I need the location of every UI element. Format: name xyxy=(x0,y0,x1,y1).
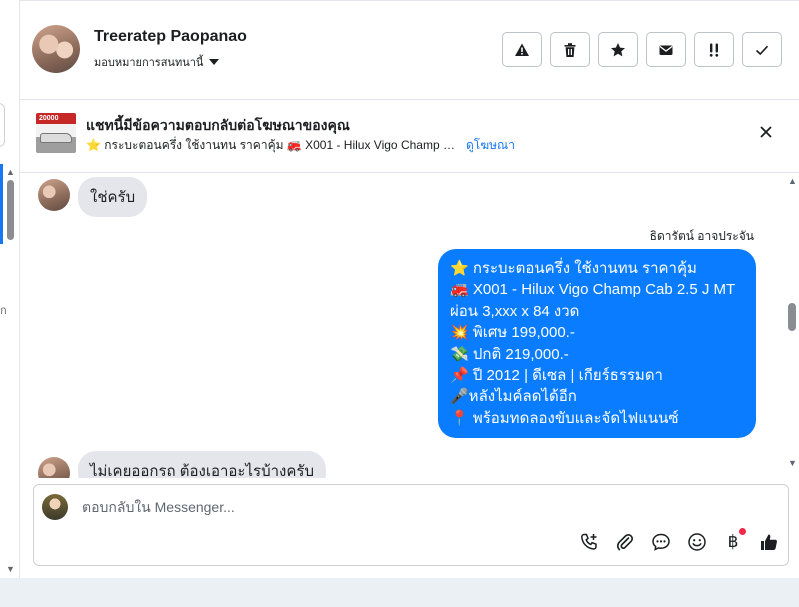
warning-icon xyxy=(515,43,529,56)
thread-scrollbar[interactable]: ▲ ▼ xyxy=(785,173,799,478)
ad-thumbnail[interactable]: 20000 xyxy=(36,113,76,153)
outgoing-message-line: 📍 พร้อมทดลองขับและจัดไฟแนนซ์ xyxy=(450,409,679,427)
ad-banner-title: แชทนี้มีข้อความตอบกลับต่อโฆษณาของคุณ xyxy=(86,117,350,133)
thumbs-up-icon xyxy=(761,534,777,550)
car-image xyxy=(40,133,72,143)
incoming-message: ไม่เคยออกรถ ต้องเอาอะไรบ้างครับ xyxy=(78,451,326,478)
phone-plus-icon xyxy=(581,533,597,550)
call-button[interactable] xyxy=(578,531,600,553)
saved-replies-button[interactable] xyxy=(650,531,672,553)
contact-avatar[interactable] xyxy=(32,25,80,73)
follow-up-button[interactable] xyxy=(694,32,734,67)
conversation-list-edge: ▲ ก ▼ xyxy=(0,0,20,578)
scroll-up-icon[interactable]: ▲ xyxy=(788,176,797,186)
ad-reply-banner: 20000 แชทนี้มีข้อความตอบกลับต่อโฆษณาของค… xyxy=(20,101,799,173)
outgoing-message-line: 📌 ปี 2012 | ดีเซล | เกียร์ธรรมดา xyxy=(450,367,663,385)
star-button[interactable] xyxy=(598,32,638,67)
sender-name: ธิดารัตน์ อาจประจัน xyxy=(649,229,754,243)
outgoing-message-line: 💸 ปกติ 219,000.- xyxy=(450,345,569,363)
check-icon xyxy=(755,45,769,55)
saved-reply-icon xyxy=(652,533,670,551)
outgoing-message-line: 🚒 X001 - Hilux Vigo Champ Cab 2.5 J MT xyxy=(450,281,736,299)
double-exclamation-icon xyxy=(709,43,719,57)
emoji-button[interactable] xyxy=(686,531,708,553)
selected-indicator xyxy=(0,164,3,244)
outgoing-message-line: 💥 พิเศษ 199,000.- xyxy=(450,324,575,342)
composer-area: ฿ xyxy=(20,478,799,578)
paperclip-icon xyxy=(616,533,633,551)
outgoing-message-line: ผ่อน 3,xxx x 84 งวด xyxy=(450,302,580,320)
spam-button[interactable] xyxy=(502,32,542,67)
header-actions xyxy=(502,32,782,67)
notification-dot xyxy=(739,528,746,535)
done-button[interactable] xyxy=(742,32,782,67)
reply-composer: ฿ xyxy=(33,484,789,566)
attach-button[interactable] xyxy=(614,531,636,553)
contact-name[interactable]: Treeratep Paopanao xyxy=(94,28,247,46)
window-bottom-band xyxy=(0,578,799,607)
reply-input[interactable] xyxy=(82,499,682,515)
contact-message-avatar xyxy=(38,457,70,478)
list-search-box-edge[interactable] xyxy=(0,103,5,147)
list-scroll-up-icon[interactable]: ▲ xyxy=(6,167,15,177)
incoming-message: ใช่ครับ xyxy=(78,177,148,217)
mark-unread-button[interactable] xyxy=(646,32,686,67)
list-text-fragment: ก xyxy=(0,305,7,317)
message-thread: ใช่ครับ ธิดารัตน์ อาจประจัน ⭐ กระบะตอนคร… xyxy=(20,173,799,478)
composer-tools: ฿ xyxy=(578,528,780,553)
like-button[interactable] xyxy=(758,531,780,553)
delete-button[interactable] xyxy=(550,32,590,67)
scroll-down-icon[interactable]: ▼ xyxy=(788,458,797,468)
chat-header: Treeratep Paopanao มอบหมายการสนทนานี้ xyxy=(20,0,799,100)
caret-down-icon xyxy=(209,59,220,65)
outgoing-message-line: ⭐ กระบะตอนครึ่ง ใช้งานทน ราคาคุ้ม xyxy=(450,260,697,277)
star-icon xyxy=(611,42,625,56)
page-avatar xyxy=(42,494,68,520)
assign-conversation-dropdown[interactable]: มอบหมายการสนทนานี้ xyxy=(94,53,220,71)
assign-conversation-label: มอบหมายการสนทนานี้ xyxy=(94,57,204,69)
trash-icon xyxy=(564,42,576,57)
baht-icon: ฿ xyxy=(727,532,739,552)
contact-message-avatar xyxy=(38,179,70,211)
close-icon[interactable] xyxy=(757,123,775,141)
list-scrollbar-thumb[interactable] xyxy=(7,180,14,240)
emoji-icon xyxy=(688,533,706,551)
list-scroll-down-icon[interactable]: ▼ xyxy=(6,564,15,574)
thread-scrollbar-thumb[interactable] xyxy=(788,303,796,331)
ad-banner-subtitle-row: ⭐ กระบะตอนครึ่ง ใช้งานทน ราคาคุ้ม 🚒 X001… xyxy=(86,136,515,155)
envelope-icon xyxy=(659,45,673,55)
view-ad-link[interactable]: ดูโฆษณา xyxy=(466,136,515,155)
inbox-chat-window: ▲ ก ▼ Treeratep Paopanao มอบหมายการสนทนา… xyxy=(0,0,799,607)
ad-thumbnail-price: 20000 xyxy=(39,115,59,122)
outgoing-message: ⭐ กระบะตอนครึ่ง ใช้งานทน ราคาคุ้ม 🚒 X001… xyxy=(438,249,756,439)
outgoing-message-line: 🎤หลังไมค์ลดได้อีก xyxy=(450,388,577,406)
payment-button[interactable]: ฿ xyxy=(722,528,746,553)
ad-banner-subtitle: ⭐ กระบะตอนครึ่ง ใช้งานทน ราคาคุ้ม 🚒 X001… xyxy=(86,138,456,152)
